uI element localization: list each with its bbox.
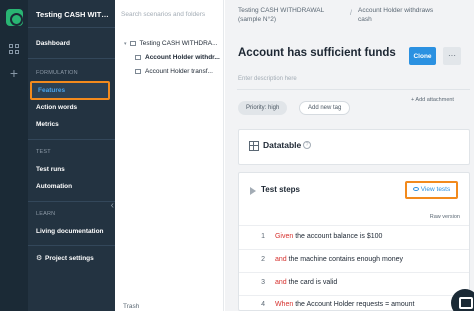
- project-title[interactable]: Testing CASH WITHDRA...: [36, 10, 112, 19]
- step-row[interactable]: 4 When the Account Holder requests = amo…: [239, 301, 414, 308]
- app-logo-icon[interactable]: [6, 9, 23, 26]
- divider: [239, 249, 469, 250]
- app-rail: +: [0, 0, 28, 311]
- section-test: TEST: [36, 149, 51, 155]
- project-sidebar: Testing CASH WITHDRA... Dashboard FORMUL…: [28, 0, 115, 311]
- table-icon: [249, 141, 259, 151]
- feature-icon: [135, 54, 141, 60]
- raw-version-link[interactable]: Raw version: [430, 214, 460, 220]
- collapse-sidebar-icon[interactable]: ‹: [111, 200, 114, 211]
- divider: [28, 201, 115, 202]
- view-tests-button[interactable]: View tests: [405, 181, 458, 199]
- section-formulation: FORMULATION: [36, 70, 78, 76]
- step-row[interactable]: 1 Given the account balance is $100: [239, 233, 382, 240]
- divider: [28, 139, 115, 140]
- divider: [28, 27, 115, 28]
- divider: [239, 272, 469, 273]
- step-row[interactable]: 3 and the card is valid: [239, 279, 337, 286]
- divider: [28, 58, 115, 59]
- tree-item-transfer[interactable]: Account Holder transf...: [135, 68, 223, 75]
- page-title[interactable]: Account has sufficient funds: [238, 47, 396, 59]
- divider: [239, 225, 469, 226]
- sidebar-item-project-settings[interactable]: Project settings: [45, 255, 94, 262]
- divider: [237, 89, 470, 90]
- divider: [28, 245, 115, 246]
- main-content: Testing CASH WITHDRAWAL (sample N°2) / A…: [225, 0, 474, 311]
- step-row[interactable]: 2 and the machine contains enough money: [239, 256, 403, 263]
- sidebar-item-metrics[interactable]: Metrics: [36, 121, 59, 128]
- description-field[interactable]: Enter description here: [238, 76, 297, 82]
- clone-button[interactable]: Clone: [409, 47, 436, 65]
- projects-grid-icon[interactable]: [9, 44, 19, 54]
- play-icon: [250, 187, 256, 195]
- breadcrumb-separator-icon: /: [350, 10, 352, 17]
- sidebar-item-automation[interactable]: Automation: [36, 183, 72, 190]
- tree-root-folder[interactable]: ▾ Testing CASH WITHDRA...: [124, 40, 222, 47]
- chevron-down-icon: ▾: [124, 41, 127, 47]
- add-tag-button[interactable]: Add new tag: [299, 101, 351, 115]
- search-input[interactable]: Search scenarios and folders: [121, 11, 205, 18]
- test-steps-card: Test steps View tests Raw version 1 Give…: [238, 172, 470, 311]
- sidebar-item-features[interactable]: Features: [30, 81, 110, 100]
- divider: [239, 295, 469, 296]
- scenario-tree-panel: Search scenarios and folders ▾ Testing CA…: [115, 0, 224, 311]
- section-learn: LEARN: [36, 211, 56, 217]
- add-attachment-link[interactable]: + Add attachment: [411, 97, 454, 103]
- breadcrumb-feature[interactable]: Account Holder withdraws cash: [358, 6, 458, 24]
- datatable-label: Datatable: [263, 140, 302, 150]
- add-project-icon[interactable]: +: [8, 66, 20, 80]
- eye-icon: [412, 187, 419, 192]
- more-options-button[interactable]: ···: [443, 47, 461, 65]
- breadcrumb-project[interactable]: Testing CASH WITHDRAWAL (sample N°2): [238, 6, 346, 24]
- trash-link[interactable]: Trash: [123, 303, 139, 310]
- sidebar-item-living-documentation[interactable]: Living documentation: [36, 228, 104, 235]
- datatable-card[interactable]: Datatable ?: [238, 129, 470, 165]
- sidebar-item-test-runs[interactable]: Test runs: [36, 166, 65, 173]
- help-icon[interactable]: ?: [303, 141, 311, 149]
- priority-tag[interactable]: Priority: high: [238, 101, 288, 115]
- gear-icon: ⚙: [36, 255, 43, 262]
- chat-widget-icon[interactable]: [451, 289, 474, 311]
- sidebar-item-action-words[interactable]: Action words: [36, 104, 77, 111]
- feature-icon: [135, 68, 141, 74]
- sidebar-item-label: Features: [38, 87, 66, 94]
- tree-item-withdraw[interactable]: Account Holder withdr...: [135, 54, 223, 61]
- folder-icon: [129, 40, 136, 46]
- test-steps-label: Test steps: [261, 185, 300, 194]
- sidebar-item-dashboard[interactable]: Dashboard: [36, 40, 70, 47]
